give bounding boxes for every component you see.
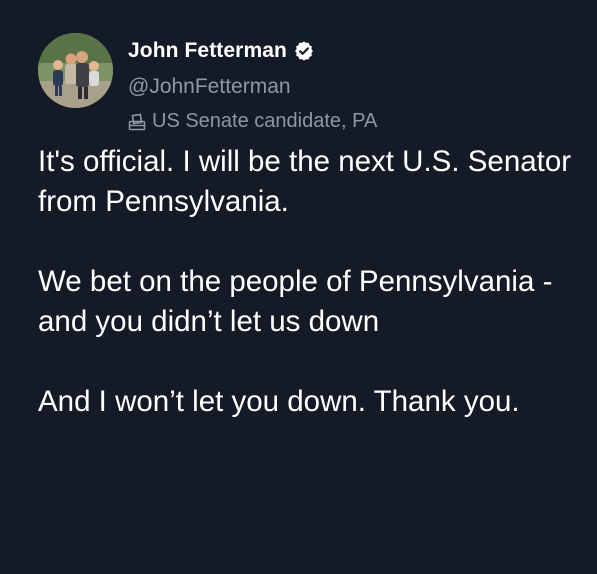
tweet-paragraph: It's official. I will be the next U.S. S…	[38, 145, 572, 218]
tweet-body: It's official. I will be the next U.S. S…	[38, 142, 578, 422]
account-label: US Senate candidate, PA	[128, 110, 377, 133]
tweet-paragraph: We bet on the people of Pennsylvania - a…	[38, 265, 553, 338]
verified-badge-icon	[293, 40, 315, 62]
ballot-box-icon	[128, 113, 146, 131]
tweet-paragraph: And I won’t let you down. Thank you.	[38, 385, 520, 418]
avatar[interactable]	[38, 33, 113, 108]
profile-photo-icon	[38, 33, 113, 108]
author-name-row: John Fetterman	[128, 39, 315, 63]
display-name[interactable]: John Fetterman	[128, 39, 287, 63]
account-label-text: US Senate candidate, PA	[152, 110, 378, 132]
tweet-card: John Fetterman @JohnFetterman US Senate …	[0, 0, 597, 574]
author-handle[interactable]: @JohnFetterman	[128, 75, 291, 99]
